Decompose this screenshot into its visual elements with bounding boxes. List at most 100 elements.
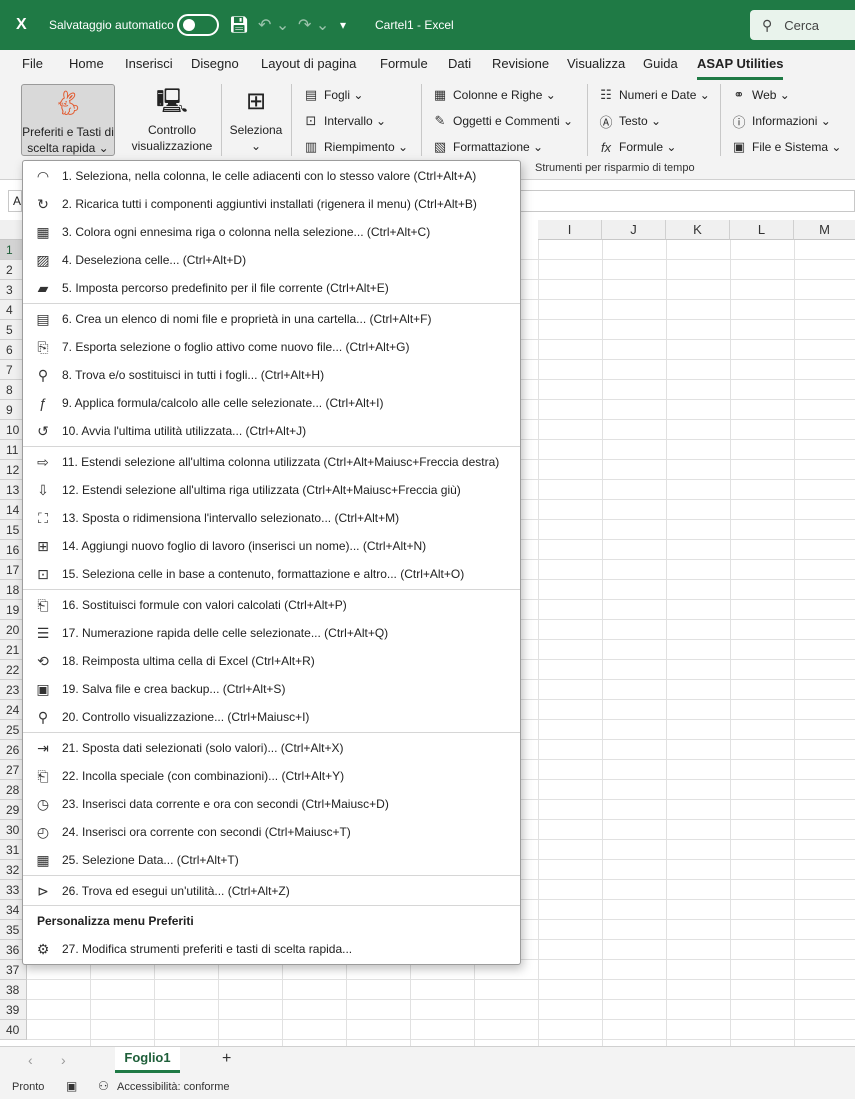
- menu-item-25[interactable]: ▦ 25. Selezione Data... (Ctrl+Alt+T): [23, 846, 520, 874]
- objects-icon: ✎: [434, 113, 446, 128]
- row-header[interactable]: 38: [0, 980, 27, 1000]
- range-menu[interactable]: ⊡ Intervallo ⌄: [302, 110, 387, 132]
- chevron-right-icon[interactable]: ›: [61, 1052, 66, 1068]
- select-label-1: Seleziona: [229, 123, 283, 137]
- save-backup-icon: ▣: [36, 681, 50, 697]
- title-bar: X Salvataggio automatico 💾︎ ↶ ⌄ ↷ ⌄ ▾ Ca…: [0, 0, 855, 50]
- file-system-label: File e Sistema ⌄: [752, 140, 842, 154]
- ribbon-divider: [587, 84, 588, 156]
- menu-item-6[interactable]: ▤ 6. Crea un elenco di nomi file e propri…: [23, 305, 520, 333]
- tab-insert[interactable]: Inserisci: [125, 56, 173, 71]
- menu-item-5[interactable]: ▰ 5. Imposta percorso predefinito per il …: [23, 274, 520, 302]
- menu-item-14[interactable]: ⊞ 14. Aggiungi nuovo foglio di lavoro (in…: [23, 532, 520, 560]
- menu-item-10[interactable]: ↺ 10. Avvia l'ultima utilità utilizzata..…: [23, 417, 520, 445]
- tab-page-layout[interactable]: Layout di pagina: [261, 56, 356, 71]
- sheet-tab-foglio1[interactable]: Foglio1: [115, 1047, 180, 1073]
- tab-help[interactable]: Guida: [643, 56, 678, 71]
- save-icon[interactable]: 💾︎: [229, 0, 249, 50]
- menu-item-21[interactable]: ⇥ 21. Sposta dati selezionati (solo valor…: [23, 734, 520, 762]
- tab-view[interactable]: Visualizza: [567, 56, 625, 71]
- numbering-icon: ☰: [36, 625, 50, 641]
- view-control-button[interactable]: 🖳︎ Controllo visualizzazione: [124, 84, 220, 156]
- row-header[interactable]: 39: [0, 1000, 27, 1020]
- menu-item-16[interactable]: ⎗ 16. Sostituisci formule con valori calc…: [23, 591, 520, 619]
- menu-item-12[interactable]: ⇩ 12. Estendi selezione all'ultima riga u…: [23, 476, 520, 504]
- status-ready: Pronto: [12, 1081, 45, 1093]
- menu-item-20[interactable]: ⚲ 20. Controllo visualizzazione... (Ctrl+…: [23, 703, 520, 731]
- column-header-l[interactable]: L: [730, 220, 794, 240]
- sheets-menu[interactable]: ▤ Fogli ⌄: [302, 84, 364, 106]
- menu-item-26[interactable]: ⊳ 26. Trova ed esegui un'utilità... (Ctrl…: [23, 877, 520, 905]
- fill-icon: ▥: [304, 139, 318, 154]
- select-button[interactable]: ⊞ Seleziona ⌄: [224, 84, 288, 156]
- chevron-left-icon[interactable]: ‹: [28, 1052, 33, 1068]
- menu-item-label: 22. Incolla speciale (con combinazioni).…: [62, 769, 345, 783]
- menu-item-15[interactable]: ⊡ 15. Seleziona celle in base a contenuto…: [23, 560, 520, 588]
- menu-item-7[interactable]: ⎘ 7. Esporta selezione o foglio attivo co…: [23, 333, 520, 361]
- search-box[interactable]: ⚲ Cerca: [750, 10, 855, 40]
- menu-item-9[interactable]: ƒ 9. Applica formula/calcolo alle celle s…: [23, 389, 520, 417]
- web-menu[interactable]: ⚭ Web ⌄: [730, 84, 790, 106]
- menu-separator: [23, 303, 520, 304]
- columns-rows-menu[interactable]: ▦ Colonne e Righe ⌄: [431, 84, 556, 106]
- objects-comments-menu[interactable]: ✎ Oggetti e Commenti ⌄: [431, 110, 574, 132]
- menu-item-23[interactable]: ◷ 23. Inserisci data corrente e ora con s…: [23, 790, 520, 818]
- file-system-menu[interactable]: ▣ File e Sistema ⌄: [730, 136, 842, 158]
- menu-item-4[interactable]: ▨ 4. Deseleziona celle... (Ctrl+Alt+D): [23, 246, 520, 274]
- menu-item-24[interactable]: ◴ 24. Inserisci ora corrente con secondi …: [23, 818, 520, 846]
- excel-logo-icon: X: [16, 16, 27, 33]
- formula-input[interactable]: [520, 190, 855, 212]
- menu-item-label: 7. Esporta selezione o foglio attivo com…: [62, 340, 410, 354]
- information-label: Informazioni ⌄: [752, 114, 831, 128]
- tab-formulas[interactable]: Formule: [380, 56, 428, 71]
- column-header-m[interactable]: M: [794, 220, 855, 240]
- autosave-toggle[interactable]: [177, 14, 219, 36]
- ribbon-divider: [421, 84, 422, 156]
- undo-icon[interactable]: ↶ ⌄: [258, 0, 289, 50]
- menu-item-18[interactable]: ⟲ 18. Reimposta ultima cella di Excel (Ct…: [23, 647, 520, 675]
- menu-item-11[interactable]: ⇨ 11. Estendi selezione all'ultima colonn…: [23, 448, 520, 476]
- fill-menu[interactable]: ▥ Riempimento ⌄: [302, 136, 408, 158]
- ribbon-divider: [221, 84, 222, 156]
- menu-item-label: 20. Controllo visualizzazione... (Ctrl+M…: [62, 710, 310, 724]
- macro-record-icon[interactable]: ▣: [66, 1079, 77, 1093]
- add-sheet-button[interactable]: +: [222, 1050, 231, 1068]
- row-header[interactable]: 40: [0, 1020, 27, 1040]
- formulas-menu[interactable]: fx Formule ⌄: [597, 136, 676, 158]
- menu-item-2[interactable]: ↻ 2. Ricarica tutti i componenti aggiunti…: [23, 190, 520, 218]
- folder-icon: ▰: [37, 280, 49, 296]
- menu-item-17[interactable]: ☰ 17. Numerazione rapida delle celle sele…: [23, 619, 520, 647]
- formatting-menu[interactable]: ▧ Formattazione ⌄: [431, 136, 543, 158]
- menu-item-27[interactable]: ⚙ 27. Modifica strumenti preferiti e tas…: [23, 935, 520, 963]
- calendar-clock-icon: ◷: [36, 796, 50, 812]
- menu-item-label: 13. Sposta o ridimensiona l'intervallo s…: [62, 511, 400, 525]
- accessibility-status[interactable]: Accessibilità: conforme: [117, 1081, 230, 1093]
- information-menu[interactable]: ⓘ Informazioni ⌄: [730, 110, 831, 132]
- tab-file[interactable]: File: [22, 56, 43, 71]
- menu-item-label: 18. Reimposta ultima cella di Excel (Ctr…: [62, 654, 315, 668]
- menu-item-22[interactable]: ⎗ 22. Incolla speciale (con combinazioni)…: [23, 762, 520, 790]
- favorites-button[interactable]: 🐇︎ Preferiti e Tasti di scelta rapida ⌄: [21, 84, 115, 156]
- menu-item-3[interactable]: ▦ 3. Colora ogni ennesima riga o colonna …: [23, 218, 520, 246]
- menu-item-8[interactable]: ⚲ 8. Trova e/o sostituisci in tutti i fog…: [23, 361, 520, 389]
- menu-item-19[interactable]: ▣ 19. Salva file e crea backup... (Ctrl+A…: [23, 675, 520, 703]
- menu-item-13[interactable]: ⛶ 13. Sposta o ridimensiona l'intervallo …: [23, 504, 520, 532]
- column-header-i[interactable]: I: [538, 220, 602, 240]
- tab-draw[interactable]: Disegno: [191, 56, 239, 71]
- numbers-dates-menu[interactable]: ☷ Numeri e Date ⌄: [597, 84, 710, 106]
- customize-quick-access-icon[interactable]: ▾: [340, 0, 346, 50]
- accessibility-icon[interactable]: ⚇: [98, 1079, 109, 1093]
- name-box[interactable]: A: [8, 190, 22, 212]
- ribbon-divider: [291, 84, 292, 156]
- text-menu[interactable]: Ⓐ Testo ⌄: [597, 110, 661, 132]
- tab-review[interactable]: Revisione: [492, 56, 549, 71]
- tab-data[interactable]: Dati: [448, 56, 471, 71]
- tab-home[interactable]: Home: [69, 56, 104, 71]
- redo-icon[interactable]: ↷ ⌄: [298, 0, 329, 50]
- column-header-k[interactable]: K: [666, 220, 730, 240]
- tab-asap-utilities[interactable]: ASAP Utilities: [697, 56, 784, 80]
- menu-item-1[interactable]: ◠ 1. Seleziona, nella colonna, le celle a…: [23, 162, 520, 190]
- curve-icon: ◠: [36, 168, 50, 184]
- column-header-j[interactable]: J: [602, 220, 666, 240]
- menu-separator: [23, 732, 520, 733]
